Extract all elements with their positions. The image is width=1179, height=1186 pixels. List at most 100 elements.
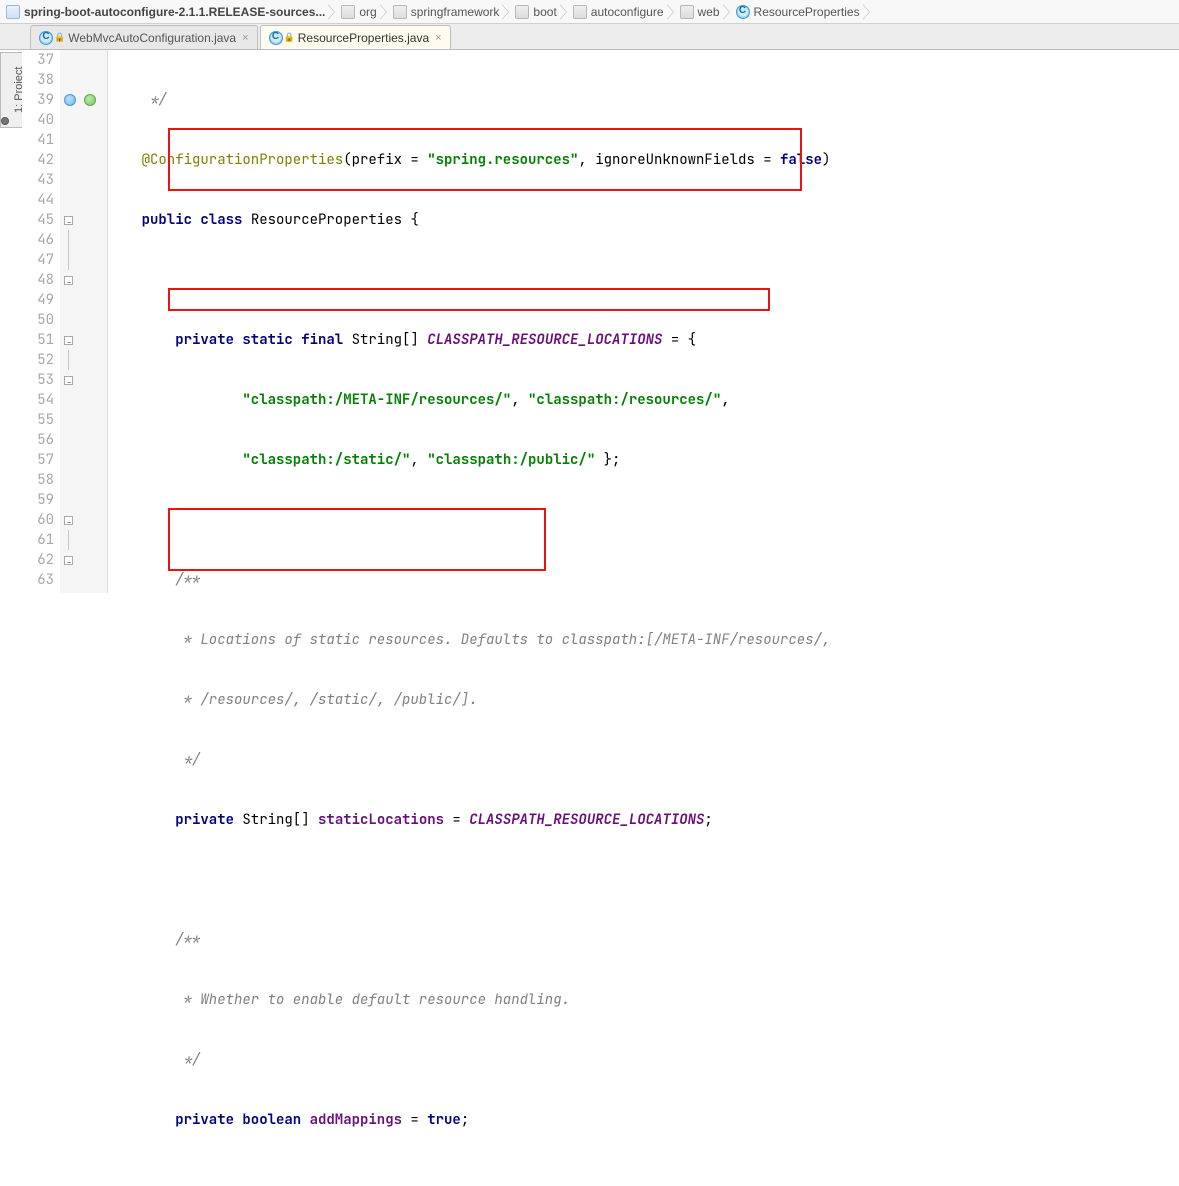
code-text: /**	[108, 571, 200, 589]
code-text: */	[108, 751, 200, 769]
code-text	[108, 451, 242, 469]
code-text: ,	[511, 391, 528, 409]
gutter-class-markers[interactable]	[60, 90, 107, 110]
package-icon	[573, 5, 587, 19]
code-text: "spring.resources"	[427, 151, 578, 169]
code-text: */	[108, 91, 167, 109]
package-icon	[393, 5, 407, 19]
code-text: false	[780, 151, 822, 169]
line-number: 45	[22, 210, 54, 230]
line-number: 42	[22, 150, 54, 170]
code-text: "classpath:/public/"	[427, 451, 595, 469]
crumb-boot[interactable]: boot	[513, 5, 558, 19]
code-text: (prefix =	[343, 151, 427, 169]
line-number: 44	[22, 190, 54, 210]
tab-label: WebMvcAutoConfiguration.java	[68, 31, 236, 45]
code-text: ,	[721, 391, 729, 409]
breadcrumb: spring-boot-autoconfigure-2.1.1.RELEASE-…	[0, 0, 1179, 24]
package-icon	[515, 5, 529, 19]
chevron-right-icon	[723, 1, 733, 23]
line-number: 51	[22, 330, 54, 350]
code-text: CLASSPATH_RESOURCE_LOCATIONS	[469, 811, 704, 829]
crumb-springframework[interactable]: springframework	[391, 5, 502, 19]
fold-toggle-icon[interactable]	[64, 516, 73, 525]
fold-guide	[68, 530, 69, 550]
close-icon[interactable]: ×	[242, 32, 248, 44]
package-icon	[680, 5, 694, 19]
code-text: "classpath:/resources/"	[528, 391, 721, 409]
fold-toggle-icon[interactable]	[64, 376, 73, 385]
crumb-autoconfigure[interactable]: autoconfigure	[571, 5, 666, 19]
chevron-right-icon	[667, 1, 677, 23]
code-text: * Whether to enable default resource han…	[108, 991, 570, 1009]
line-number: 40	[22, 110, 54, 130]
line-number: 62	[22, 550, 54, 570]
fold-guide	[68, 230, 69, 250]
chevron-right-icon	[380, 1, 390, 23]
code-text: String[]	[242, 811, 318, 829]
code-text: private boolean	[108, 1111, 310, 1129]
code-text: )	[822, 151, 830, 169]
line-number: 55	[22, 410, 54, 430]
code-text: staticLocations	[318, 811, 444, 829]
line-number: 63	[22, 570, 54, 590]
code-text: = {	[662, 331, 696, 349]
crumb-label: web	[698, 5, 720, 19]
code-text: */	[108, 1051, 200, 1069]
code-text: addMappings	[310, 1111, 402, 1129]
line-number: 59	[22, 490, 54, 510]
code-text: true	[427, 1111, 461, 1129]
code-text: =	[402, 1111, 427, 1129]
crumb-class[interactable]: ResourceProperties	[734, 5, 862, 19]
crumb-web[interactable]: web	[678, 5, 722, 19]
fold-guide	[68, 250, 69, 270]
fold-toggle-icon[interactable]	[64, 216, 73, 225]
chevron-right-icon	[328, 1, 338, 23]
code-text: public class	[108, 211, 251, 229]
code-editor[interactable]: 37 38 39 40 41 42 43 44 45 46 47 48 49 5…	[22, 50, 1179, 593]
code-area[interactable]: */ @ConfigurationProperties(prefix = "sp…	[108, 50, 1179, 593]
editor-tabstrip: 🔒 WebMvcAutoConfiguration.java × 🔒 Resou…	[0, 24, 1179, 50]
line-number: 39	[22, 90, 54, 110]
line-number: 46	[22, 230, 54, 250]
chevron-right-icon	[863, 1, 873, 23]
highlight-box	[168, 288, 770, 311]
code-text: ResourceProperties {	[251, 211, 419, 229]
line-number: 41	[22, 130, 54, 150]
class-icon	[39, 31, 53, 45]
code-text: "classpath:/static/"	[242, 451, 410, 469]
code-text: private	[108, 811, 242, 829]
override-icon	[64, 94, 76, 106]
code-text: ;	[461, 1111, 469, 1129]
code-text: * Locations of static resources. Default…	[108, 631, 830, 649]
code-text	[108, 391, 242, 409]
line-number: 57	[22, 450, 54, 470]
line-number: 58	[22, 470, 54, 490]
fold-toggle-icon[interactable]	[64, 556, 73, 565]
code-text: "classpath:/META-INF/resources/"	[242, 391, 511, 409]
crumb-org[interactable]: org	[339, 5, 378, 19]
lock-icon: 🔒	[54, 32, 65, 43]
code-text: ,	[410, 451, 427, 469]
line-number: 48	[22, 270, 54, 290]
line-number: 37	[22, 50, 54, 70]
fold-toggle-icon[interactable]	[64, 276, 73, 285]
crumb-module[interactable]: spring-boot-autoconfigure-2.1.1.RELEASE-…	[4, 5, 327, 19]
tab-resourceproperties[interactable]: 🔒 ResourceProperties.java ×	[260, 25, 451, 49]
toolwindow-project-tab[interactable]: 1: Project	[0, 52, 22, 128]
code-text: * /resources/, /static/, /public/].	[108, 691, 478, 709]
code-text: ;	[704, 811, 712, 829]
code-text: private static final	[108, 331, 352, 349]
close-icon[interactable]: ×	[435, 32, 441, 44]
fold-toggle-icon[interactable]	[64, 336, 73, 345]
line-number: 61	[22, 530, 54, 550]
code-text: String[]	[352, 331, 428, 349]
class-icon	[269, 31, 283, 45]
tab-webmvcautoconfiguration[interactable]: 🔒 WebMvcAutoConfiguration.java ×	[30, 25, 258, 49]
package-icon	[341, 5, 355, 19]
code-text: /**	[108, 931, 200, 949]
code-text: CLASSPATH_RESOURCE_LOCATIONS	[427, 331, 662, 349]
fold-guide	[68, 350, 69, 370]
line-number: 49	[22, 290, 54, 310]
code-text: =	[444, 811, 469, 829]
